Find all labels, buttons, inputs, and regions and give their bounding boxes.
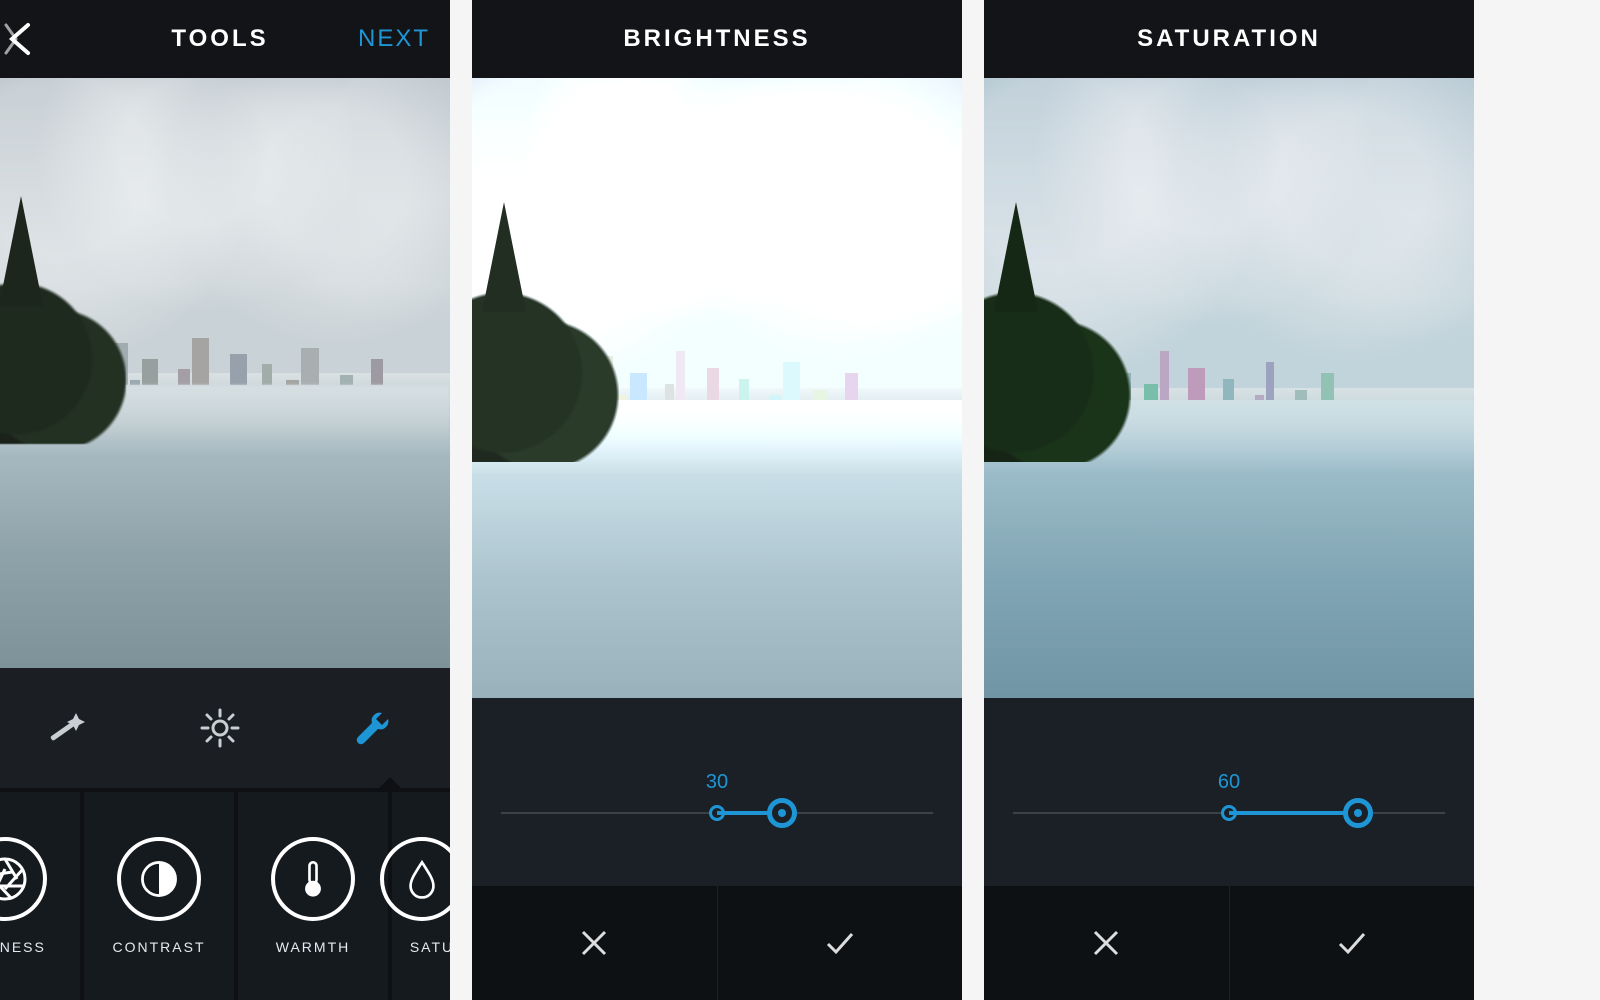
- edit-mode-row: [0, 668, 450, 788]
- brightness-screen: BRIGHTNESS 30: [472, 0, 962, 1000]
- topbar: TOOLS NEXT: [0, 0, 450, 78]
- slider-area: 30: [472, 698, 962, 886]
- tool-saturation[interactable]: SATU: [392, 792, 450, 1000]
- saturation-screen: SATURATION 60: [984, 0, 1474, 1000]
- slider-handle[interactable]: [767, 798, 797, 828]
- close-icon: [577, 926, 611, 960]
- confirm-row: [472, 886, 962, 1000]
- slider-area: 60: [984, 698, 1474, 886]
- slider-track[interactable]: [501, 812, 932, 814]
- brightness-icon: [199, 707, 241, 749]
- photo-preview: [0, 78, 450, 668]
- slider-track[interactable]: [1013, 812, 1444, 814]
- wrench-tool[interactable]: [343, 698, 403, 758]
- tool-label: SATU: [410, 939, 450, 955]
- back-arrow-icon: [2, 19, 42, 59]
- wrench-icon: [352, 707, 394, 749]
- tool-warmth[interactable]: WARMTH: [238, 792, 388, 1000]
- photo-preview: [984, 78, 1474, 698]
- slider-value: 60: [1218, 771, 1240, 794]
- droplet-icon: [380, 837, 450, 921]
- confirm-button[interactable]: [1230, 886, 1475, 1000]
- contrast-icon: [117, 837, 201, 921]
- wand-icon: [46, 707, 88, 749]
- tool-label: GHTNESS: [0, 939, 46, 955]
- check-icon: [1335, 926, 1369, 960]
- tool-tiles[interactable]: GHTNESS CONTRAST WARMTH: [0, 788, 450, 1000]
- active-caret: [378, 777, 402, 789]
- tool-label: WARMTH: [276, 939, 350, 955]
- topbar: SATURATION: [984, 0, 1474, 78]
- slider-value: 30: [706, 771, 728, 794]
- tool-label: CONTRAST: [113, 939, 206, 955]
- cancel-button[interactable]: [472, 886, 718, 1000]
- photo-preview: [472, 78, 962, 698]
- screen-title: SATURATION: [1137, 25, 1321, 53]
- close-icon: [1089, 926, 1123, 960]
- screen-title: TOOLS: [171, 25, 268, 53]
- tool-contrast[interactable]: CONTRAST: [84, 792, 234, 1000]
- slider-handle[interactable]: [1343, 798, 1373, 828]
- cancel-button[interactable]: [984, 886, 1230, 1000]
- tool-brightness[interactable]: GHTNESS: [0, 792, 80, 1000]
- brightness-tool[interactable]: [190, 698, 250, 758]
- confirm-button[interactable]: [718, 886, 963, 1000]
- confirm-row: [984, 886, 1474, 1000]
- check-icon: [823, 926, 857, 960]
- screen-title: BRIGHTNESS: [623, 25, 810, 53]
- next-button[interactable]: NEXT: [358, 25, 430, 53]
- wand-tool[interactable]: [37, 698, 97, 758]
- slider-fill: [1229, 811, 1358, 815]
- tools-screen: TOOLS NEXT: [0, 0, 450, 1000]
- aperture-icon: [0, 837, 47, 921]
- back-button[interactable]: [2, 19, 42, 59]
- topbar: BRIGHTNESS: [472, 0, 962, 78]
- thermometer-icon: [271, 837, 355, 921]
